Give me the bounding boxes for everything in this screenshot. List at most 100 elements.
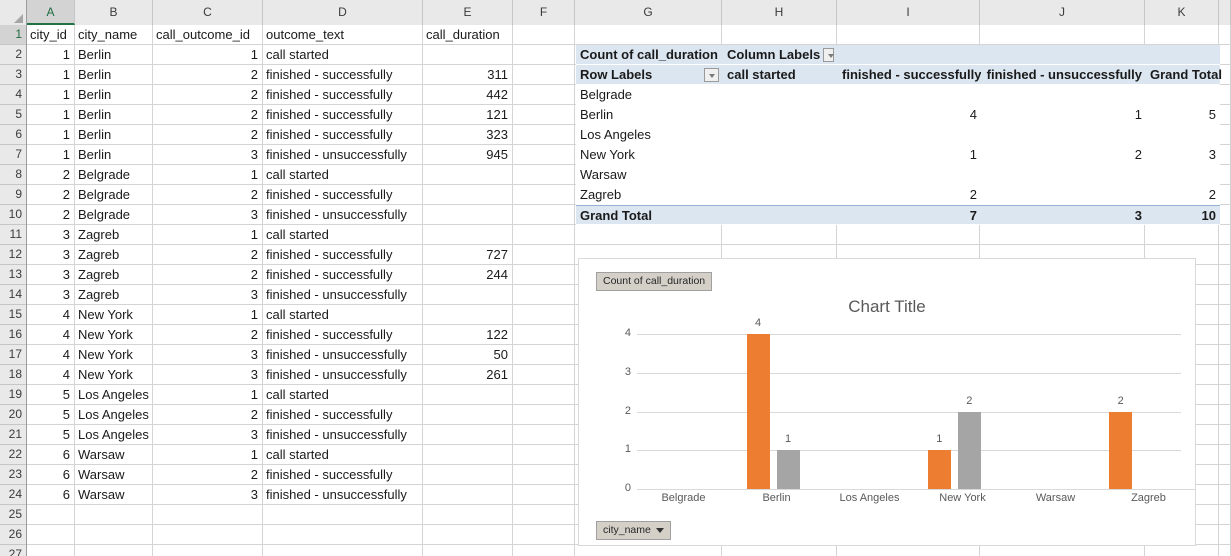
cell-empty[interactable] bbox=[513, 45, 575, 65]
cell-C16[interactable]: 2 bbox=[153, 325, 263, 345]
cell-empty[interactable] bbox=[513, 445, 575, 465]
cell-E18[interactable]: 261 bbox=[423, 365, 513, 385]
cell-E13[interactable]: 244 bbox=[423, 265, 513, 285]
cell-empty[interactable] bbox=[423, 525, 513, 545]
row-header-11[interactable]: 11 bbox=[0, 225, 26, 245]
cell-E3[interactable]: 311 bbox=[423, 65, 513, 85]
cell-empty[interactable] bbox=[1219, 385, 1231, 405]
cell-B19[interactable]: Los Angeles bbox=[75, 385, 153, 405]
cell-empty[interactable] bbox=[423, 45, 513, 65]
chart-bar[interactable]: 1 bbox=[777, 450, 800, 489]
cell-empty[interactable] bbox=[423, 485, 513, 505]
cell-C18[interactable]: 3 bbox=[153, 365, 263, 385]
cell-empty[interactable] bbox=[1219, 265, 1231, 285]
cell-A24[interactable]: 6 bbox=[27, 485, 75, 505]
cell-empty[interactable] bbox=[423, 465, 513, 485]
column-header-B[interactable]: B bbox=[75, 0, 153, 25]
cell-C5[interactable]: 2 bbox=[153, 105, 263, 125]
cell-C24[interactable]: 3 bbox=[153, 485, 263, 505]
cell-B11[interactable]: Zagreb bbox=[75, 225, 153, 245]
cell-B4[interactable]: Berlin bbox=[75, 85, 153, 105]
cell-empty[interactable] bbox=[75, 525, 153, 545]
row-header-26[interactable]: 26 bbox=[0, 525, 26, 545]
cell-empty[interactable] bbox=[513, 245, 575, 265]
cell-B18[interactable]: New York bbox=[75, 365, 153, 385]
cell-empty[interactable] bbox=[423, 185, 513, 205]
cell-A6[interactable]: 1 bbox=[27, 125, 75, 145]
pivot-table[interactable]: Count of call_duration Column Labels Row… bbox=[576, 45, 1220, 225]
cell-C19[interactable]: 1 bbox=[153, 385, 263, 405]
cell-empty[interactable] bbox=[1219, 445, 1231, 465]
cell-A9[interactable]: 2 bbox=[27, 185, 75, 205]
column-header-I[interactable]: I bbox=[837, 0, 980, 25]
column-header-partial[interactable] bbox=[1219, 0, 1231, 25]
cell-B8[interactable]: Belgrade bbox=[75, 165, 153, 185]
cell-A1[interactable]: city_id bbox=[27, 25, 75, 45]
cell-empty[interactable] bbox=[1145, 545, 1219, 556]
cell-C23[interactable]: 2 bbox=[153, 465, 263, 485]
cell-D14[interactable]: finished - unsuccessfully bbox=[263, 285, 423, 305]
cell-empty[interactable] bbox=[513, 325, 575, 345]
cell-empty[interactable] bbox=[1219, 185, 1231, 205]
cell-C8[interactable]: 1 bbox=[153, 165, 263, 185]
cell-empty[interactable] bbox=[513, 385, 575, 405]
cell-B16[interactable]: New York bbox=[75, 325, 153, 345]
cell-C14[interactable]: 3 bbox=[153, 285, 263, 305]
cell-E1[interactable]: call_duration bbox=[423, 25, 513, 45]
cell-empty[interactable] bbox=[513, 25, 575, 45]
cell-empty[interactable] bbox=[513, 205, 575, 225]
cell-E6[interactable]: 323 bbox=[423, 125, 513, 145]
row-header-16[interactable]: 16 bbox=[0, 325, 26, 345]
row-header-12[interactable]: 12 bbox=[0, 245, 26, 265]
cell-D12[interactable]: finished - successfully bbox=[263, 245, 423, 265]
cell-D15[interactable]: call started bbox=[263, 305, 423, 325]
row-header-10[interactable]: 10 bbox=[0, 205, 26, 225]
cell-C7[interactable]: 3 bbox=[153, 145, 263, 165]
cell-A16[interactable]: 4 bbox=[27, 325, 75, 345]
row-header-20[interactable]: 20 bbox=[0, 405, 26, 425]
pivot-row-labels-cell[interactable]: Row Labels bbox=[576, 65, 723, 85]
cell-empty[interactable] bbox=[27, 525, 75, 545]
cell-E16[interactable]: 122 bbox=[423, 325, 513, 345]
cell-empty[interactable] bbox=[1219, 405, 1231, 425]
cell-empty[interactable] bbox=[513, 185, 575, 205]
row-header-19[interactable]: 19 bbox=[0, 385, 26, 405]
cell-empty[interactable] bbox=[513, 105, 575, 125]
cell-empty[interactable] bbox=[513, 125, 575, 145]
select-all-corner[interactable] bbox=[0, 0, 27, 25]
cell-empty[interactable] bbox=[1145, 225, 1219, 245]
cell-empty[interactable] bbox=[513, 545, 575, 556]
cell-empty[interactable] bbox=[513, 405, 575, 425]
cell-empty[interactable] bbox=[153, 505, 263, 525]
cell-D2[interactable]: call started bbox=[263, 45, 423, 65]
cell-empty[interactable] bbox=[513, 425, 575, 445]
cell-A21[interactable]: 5 bbox=[27, 425, 75, 445]
cell-empty[interactable] bbox=[423, 445, 513, 465]
row-header-21[interactable]: 21 bbox=[0, 425, 26, 445]
cell-empty[interactable] bbox=[27, 545, 75, 556]
cell-empty[interactable] bbox=[513, 365, 575, 385]
cell-A23[interactable]: 6 bbox=[27, 465, 75, 485]
cell-empty[interactable] bbox=[75, 545, 153, 556]
cell-empty[interactable] bbox=[513, 85, 575, 105]
cell-A19[interactable]: 5 bbox=[27, 385, 75, 405]
chart-bar[interactable]: 4 bbox=[747, 334, 770, 489]
cell-D4[interactable]: finished - successfully bbox=[263, 85, 423, 105]
cell-A17[interactable]: 4 bbox=[27, 345, 75, 365]
cell-D22[interactable]: call started bbox=[263, 445, 423, 465]
cell-empty[interactable] bbox=[263, 505, 423, 525]
cell-empty[interactable] bbox=[1219, 105, 1231, 125]
cell-C3[interactable]: 2 bbox=[153, 65, 263, 85]
cell-E12[interactable]: 727 bbox=[423, 245, 513, 265]
cell-C21[interactable]: 3 bbox=[153, 425, 263, 445]
row-header-22[interactable]: 22 bbox=[0, 445, 26, 465]
cell-empty[interactable] bbox=[980, 545, 1145, 556]
cell-D16[interactable]: finished - successfully bbox=[263, 325, 423, 345]
row-header-8[interactable]: 8 bbox=[0, 165, 26, 185]
chart-bar[interactable]: 2 bbox=[1109, 412, 1132, 490]
cell-C11[interactable]: 1 bbox=[153, 225, 263, 245]
cell-C17[interactable]: 3 bbox=[153, 345, 263, 365]
cell-C4[interactable]: 2 bbox=[153, 85, 263, 105]
cell-C13[interactable]: 2 bbox=[153, 265, 263, 285]
cell-empty[interactable] bbox=[1219, 285, 1231, 305]
